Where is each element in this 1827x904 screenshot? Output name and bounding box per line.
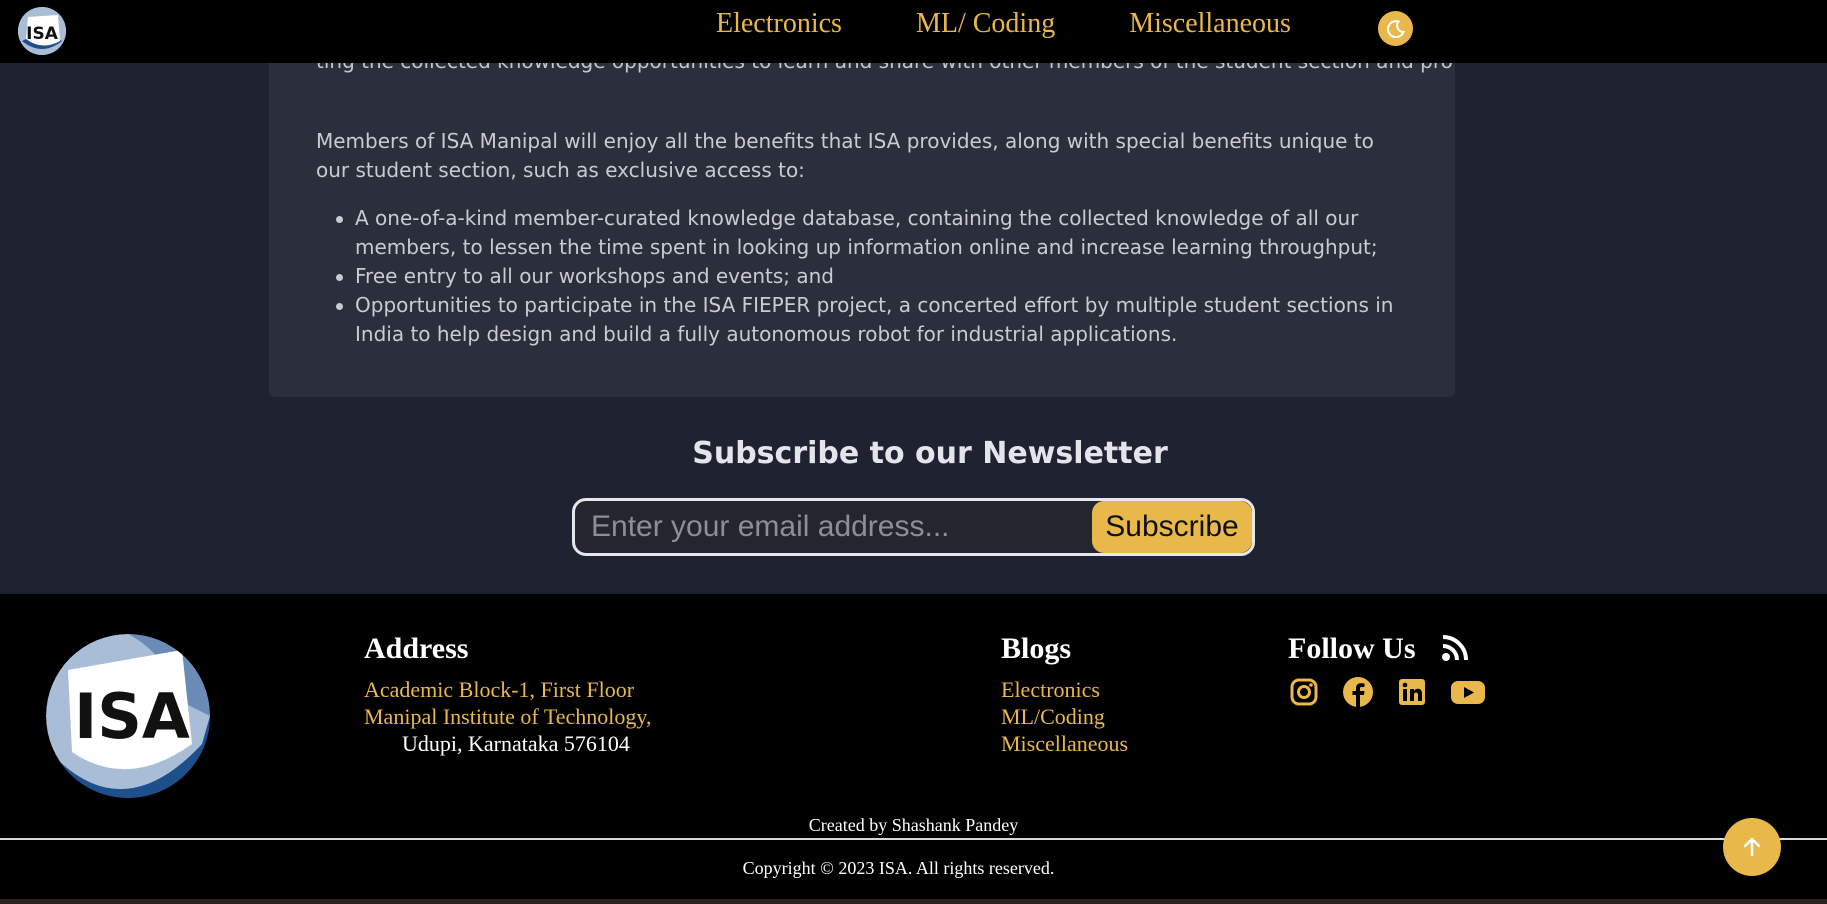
footer-blog-ml-coding[interactable]: ML/Coding (1001, 703, 1105, 730)
benefit-text: Opportunities to participate in the ISA … (355, 293, 1394, 346)
theme-toggle-button[interactable] (1378, 11, 1413, 46)
newsletter-form: Subscribe (572, 498, 1255, 556)
footer-blog-electronics[interactable]: Electronics (1001, 676, 1100, 703)
nav-link-ml-coding[interactable]: ML/ Coding (916, 8, 1055, 40)
membership-intro: Members of ISA Manipal will enjoy all th… (316, 129, 1374, 182)
facebook-icon[interactable] (1342, 676, 1374, 708)
card-partial-line-wrap: ting the collected knowledge opportuniti… (269, 63, 1455, 103)
membership-card: ting the collected knowledge opportuniti… (269, 40, 1455, 397)
benefits-list: A one-of-a-kind member-curated knowledge… (336, 204, 1425, 349)
rss-icon[interactable] (1441, 634, 1469, 662)
linkedin-icon[interactable] (1396, 676, 1428, 708)
social-links (1288, 676, 1486, 708)
list-item: A one-of-a-kind member-curated knowledge… (336, 204, 1425, 262)
address-title: Address (364, 632, 469, 665)
arrow-up-icon (1743, 837, 1761, 857)
benefit-text: A one-of-a-kind member-curated knowledge… (355, 206, 1378, 259)
footer: ISA Address Academic Block-1, First Floo… (0, 594, 1827, 904)
nav-link-miscellaneous[interactable]: Miscellaneous (1129, 8, 1291, 40)
creator-credit: Created by Shashank Pandey (808, 815, 1019, 835)
nav-logo-text: ISA (26, 24, 59, 44)
instagram-icon[interactable] (1288, 676, 1320, 708)
follow-us-title: Follow Us (1288, 632, 1416, 665)
card-partial-line: ting the collected knowledge opportuniti… (316, 63, 1455, 73)
youtube-icon[interactable] (1450, 676, 1486, 708)
bullet (336, 303, 343, 310)
isa-logo[interactable]: ISA (18, 7, 66, 55)
footer-logo[interactable]: ISA (46, 634, 210, 798)
moon-icon (1386, 19, 1405, 38)
benefit-text: Free entry to all our workshops and even… (355, 264, 834, 288)
footer-blog-miscellaneous[interactable]: Miscellaneous (1001, 730, 1128, 757)
copyright-text: Copyright © 2023 ISA. All rights reserve… (742, 858, 1055, 878)
address-line-1: Academic Block-1, First Floor (364, 677, 635, 702)
bullet (336, 216, 343, 223)
bullet (336, 274, 343, 281)
bottom-strip (0, 899, 1827, 904)
email-input[interactable] (591, 509, 1091, 545)
footer-logo-text: ISA (74, 680, 190, 753)
list-item: Free entry to all our workshops and even… (336, 262, 1425, 291)
address-line-3: Udupi, Karnataka 576104 (402, 731, 630, 756)
list-item: Opportunities to participate in the ISA … (336, 291, 1425, 349)
newsletter-title: Subscribe to our Newsletter (692, 436, 1168, 471)
subscribe-button[interactable]: Subscribe (1092, 501, 1252, 553)
footer-divider (0, 838, 1827, 840)
blogs-title: Blogs (1001, 632, 1072, 665)
nav-link-electronics[interactable]: Electronics (716, 8, 842, 40)
back-to-top-button[interactable] (1723, 818, 1781, 876)
top-navbar: ISA Electronics ML/ Coding Miscellaneous (0, 0, 1827, 63)
address-line-2: Manipal Institute of Technology, (364, 704, 652, 729)
